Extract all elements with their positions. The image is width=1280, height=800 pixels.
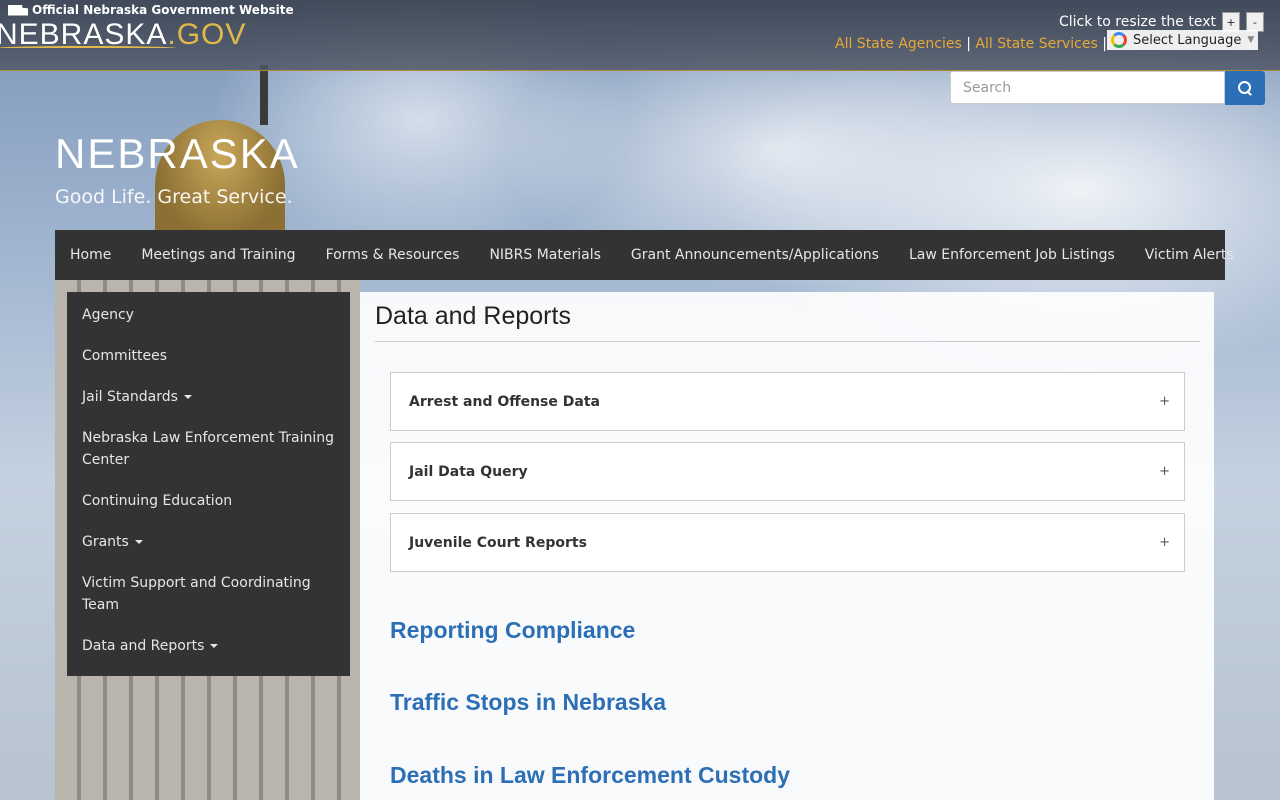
nebraska-map-icon — [8, 4, 28, 16]
link-separator: | — [966, 36, 971, 52]
sidebar-item-label: Continuing Education — [82, 493, 233, 509]
sidebar-item-label: Committees — [82, 348, 168, 364]
chevron-down-icon: ▼ — [1247, 35, 1255, 45]
nav-item-nibrs-materials[interactable]: NIBRS Materials — [474, 230, 615, 280]
language-select[interactable]: Select Language ▼ — [1107, 30, 1259, 50]
sidebar-item-jail-standards[interactable]: Jail Standards — [67, 378, 350, 416]
search-button[interactable] — [1225, 71, 1265, 105]
nav-item-grant-announcements[interactable]: Grant Announcements/Applications — [616, 230, 894, 280]
accordion-title: Juvenile Court Reports — [409, 534, 587, 551]
sidebar-item-label: Nebraska Law Enforcement Training Center — [82, 430, 335, 468]
official-site-text: Official Nebraska Government Website — [32, 3, 294, 17]
search-icon — [1238, 81, 1252, 95]
accordion-title: Arrest and Offense Data — [409, 393, 600, 410]
sidebar-item-label: Jail Standards — [82, 389, 178, 405]
tower-spire — [260, 65, 268, 125]
search-input[interactable] — [950, 71, 1225, 104]
caret-down-icon — [183, 395, 192, 399]
state-links: All State Agencies | All State Services … — [835, 36, 1107, 52]
sidebar-item-agency[interactable]: Agency — [67, 296, 350, 334]
government-banner: Official Nebraska Government Website NEB… — [0, 0, 1280, 71]
site-search — [950, 71, 1265, 105]
logo-swoosh — [0, 46, 176, 50]
increase-text-button[interactable]: + — [1222, 12, 1240, 32]
sidebar-item-grants[interactable]: Grants — [67, 523, 350, 561]
page-title: Data and Reports — [375, 302, 571, 330]
accordion-juvenile-court-reports[interactable]: Juvenile Court Reports + — [390, 513, 1185, 572]
section-link-reporting-compliance[interactable]: Reporting Compliance — [390, 617, 635, 644]
resize-label: Click to resize the text — [1058, 14, 1216, 30]
top-navigation: Home Meetings and Training Forms & Resou… — [55, 230, 1234, 280]
sidebar-item-label: Victim Support and Coordinating Team — [82, 575, 311, 613]
section-link-deaths-in-custody[interactable]: Deaths in Law Enforcement Custody — [390, 762, 790, 789]
nebraska-logo[interactable]: NEBRASKA Good Life. Great Service. — [55, 130, 300, 208]
nebraska-gov-logo-suffix: .GOV — [167, 18, 247, 51]
logo-tagline: Good Life. Great Service. — [55, 186, 293, 208]
nav-item-victim-alerts[interactable]: Victim Alerts — [1130, 230, 1249, 280]
sidebar-item-committees[interactable]: Committees — [67, 337, 350, 375]
side-navigation: Agency Committees Jail Standards Nebrask… — [67, 292, 350, 676]
google-translate-icon — [1111, 32, 1127, 48]
language-select-label: Select Language — [1133, 32, 1242, 48]
sidebar-item-victim-support[interactable]: Victim Support and Coordinating Team — [67, 564, 350, 624]
text-resize-control: Click to resize the text + - — [1059, 12, 1264, 32]
nav-item-meetings-training[interactable]: Meetings and Training — [126, 230, 310, 280]
sidebar-item-continuing-education[interactable]: Continuing Education — [67, 482, 350, 520]
accordion-title: Jail Data Query — [409, 463, 528, 480]
nav-item-home[interactable]: Home — [55, 230, 126, 280]
main-content: Data and Reports Arrest and Offense Data… — [360, 292, 1214, 800]
nav-item-forms-resources[interactable]: Forms & Resources — [311, 230, 475, 280]
all-state-services-link[interactable]: All State Services — [975, 36, 1097, 52]
sidebar-item-training-center[interactable]: Nebraska Law Enforcement Training Center — [67, 419, 350, 479]
nav-item-job-listings[interactable]: Law Enforcement Job Listings — [894, 230, 1130, 280]
caret-down-icon — [210, 644, 219, 648]
sidebar-item-data-reports[interactable]: Data and Reports — [67, 627, 350, 665]
section-link-traffic-stops[interactable]: Traffic Stops in Nebraska — [390, 689, 666, 716]
accordion-arrest-offense-data[interactable]: Arrest and Offense Data + — [390, 372, 1185, 431]
title-divider — [375, 341, 1200, 342]
decrease-text-button[interactable]: - — [1246, 12, 1264, 32]
sidebar-item-label: Grants — [82, 534, 129, 550]
sidebar-item-label: Agency — [82, 307, 134, 323]
logo-title: NEBRASKA — [55, 130, 300, 177]
caret-down-icon — [134, 540, 143, 544]
accordion-jail-data-query[interactable]: Jail Data Query + — [390, 442, 1185, 501]
official-site-notice: Official Nebraska Government Website — [8, 3, 294, 17]
all-state-agencies-link[interactable]: All State Agencies — [835, 36, 962, 52]
nebraska-gov-logo[interactable]: NEBRASKA.GOV — [0, 18, 246, 52]
expand-icon: + — [1159, 535, 1170, 550]
expand-icon: + — [1159, 464, 1170, 479]
sidebar-item-label: Data and Reports — [82, 638, 205, 654]
expand-icon: + — [1159, 394, 1170, 409]
